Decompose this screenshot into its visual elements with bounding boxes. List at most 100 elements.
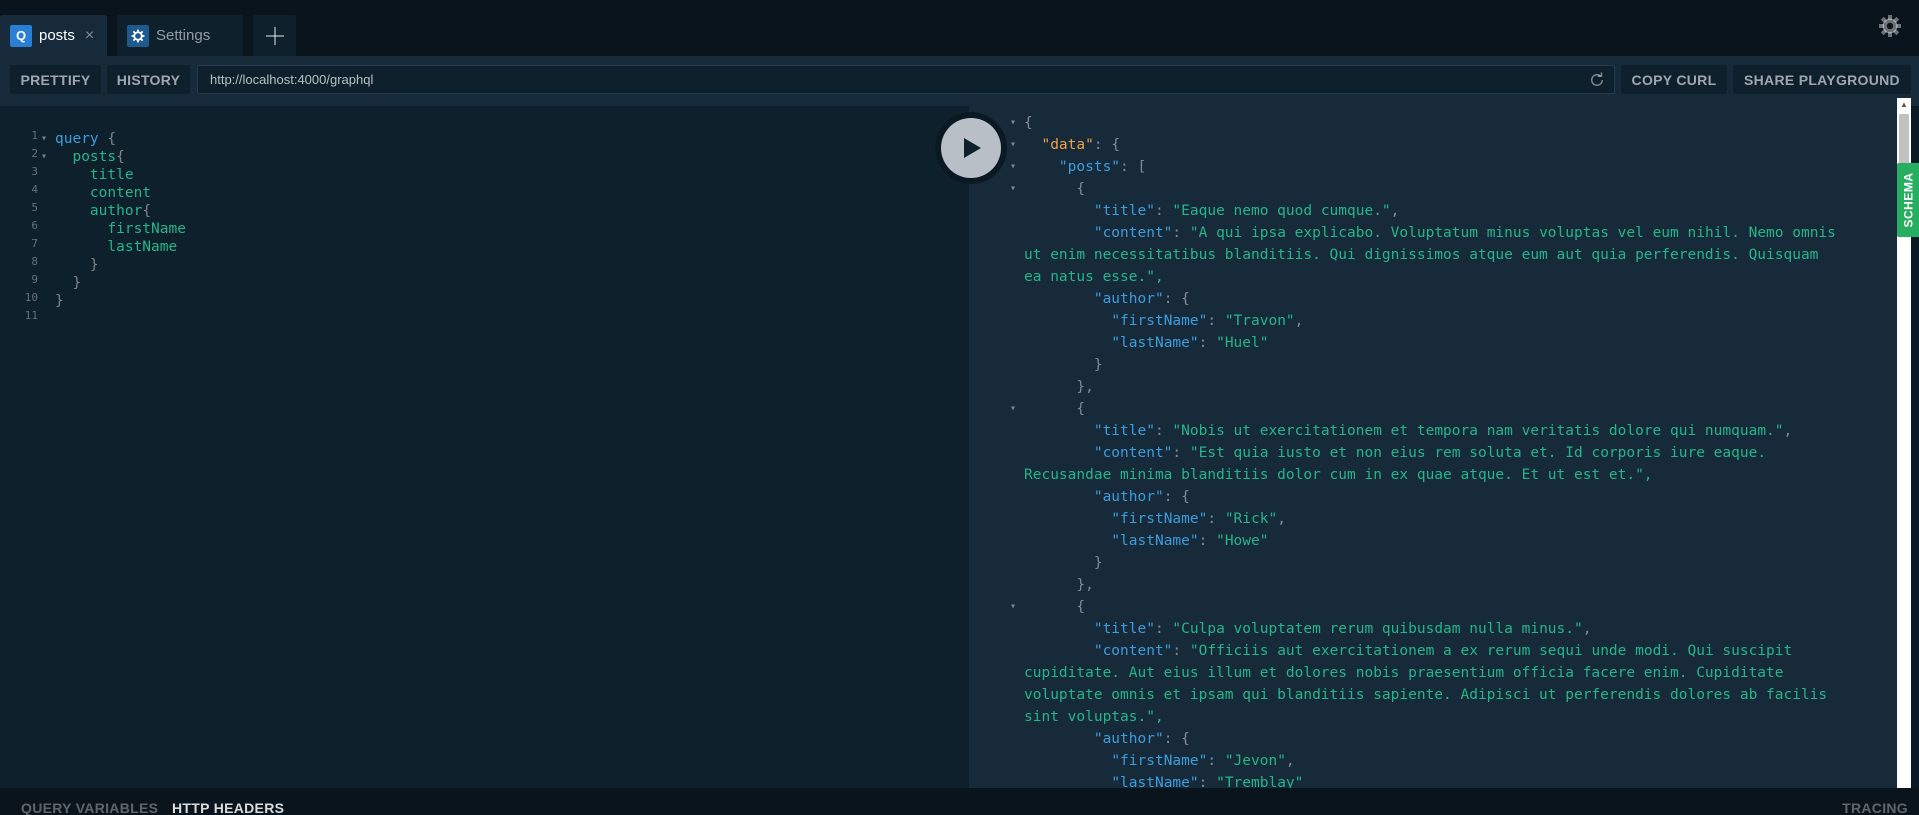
schema-tab[interactable]: SCHEMA bbox=[1897, 163, 1919, 237]
line-number: 4 bbox=[31, 183, 38, 196]
play-icon bbox=[964, 138, 981, 158]
history-button[interactable]: HISTORY bbox=[107, 65, 190, 94]
result-text: "firstName": "Travon", bbox=[1111, 313, 1304, 329]
result-text: "title": "Eaque nemo quod cumque.", bbox=[1093, 203, 1400, 219]
result-line: ▾{ bbox=[969, 112, 1897, 134]
fold-arrow-icon[interactable]: ▾ bbox=[1010, 178, 1016, 200]
gear-icon bbox=[127, 24, 149, 47]
fold-arrow-icon[interactable]: ▾ bbox=[1010, 596, 1016, 618]
result-text: Recusandae minima blanditiis dolor cum i… bbox=[1024, 467, 1653, 483]
line-number: 3 bbox=[31, 165, 38, 178]
result-text: { bbox=[1024, 599, 1086, 615]
result-line: "firstName": "Travon", bbox=[969, 310, 1897, 332]
result-line: ▾ { bbox=[969, 596, 1897, 618]
query-editor[interactable]: 1 ▾ query {2 ▾ posts{3 title 4 content 5 auth… bbox=[0, 106, 969, 788]
result-text: "content": "Officiis aut exercitationem … bbox=[1093, 643, 1793, 659]
query-badge-icon: Q bbox=[10, 24, 32, 47]
result-text: "author": { bbox=[1093, 291, 1190, 307]
result-text: { bbox=[1024, 401, 1086, 417]
schema-label: SCHEMA bbox=[1901, 172, 1916, 228]
result-text: "content": "Est quia iusto et non eius r… bbox=[1093, 445, 1767, 461]
result-line: ea natus esse.", bbox=[969, 266, 1897, 288]
result-text: "firstName": "Jevon", bbox=[1111, 753, 1295, 769]
result-panel: ▾{▾ "data": {▾ "posts": [▾ { "title": "E… bbox=[969, 98, 1897, 788]
line-number: 5 bbox=[31, 201, 38, 214]
endpoint-url-text: http://localhost:4000/graphql bbox=[210, 72, 374, 87]
result-line: ▾ { bbox=[969, 178, 1897, 200]
bottom-bar: QUERY VARIABLES HTTP HEADERS TRACING bbox=[0, 788, 1919, 815]
play-button-face bbox=[941, 118, 1001, 178]
result-line: ut enim necessitatibus blanditiis. Qui d… bbox=[969, 244, 1897, 266]
result-line: "author": { bbox=[969, 288, 1897, 310]
result-text: "content": "A qui ipsa explicabo. Volupt… bbox=[1093, 225, 1836, 241]
fold-arrow-icon[interactable]: ▾ bbox=[1010, 156, 1016, 178]
result-text: "lastName": "Howe" bbox=[1111, 533, 1269, 549]
result-text: "posts": [ bbox=[1058, 159, 1147, 175]
tracing-tab[interactable]: TRACING bbox=[1842, 800, 1908, 815]
scroll-up-arrow-icon[interactable]: ▲ bbox=[1897, 100, 1911, 109]
result-text: cupiditate. Aut eius illum et dolores no… bbox=[1024, 665, 1784, 681]
result-text: "data": { bbox=[1041, 137, 1121, 153]
result-line: } bbox=[969, 552, 1897, 574]
result-line: "author": { bbox=[969, 728, 1897, 750]
result-line: "lastName": "Tremblay" bbox=[969, 772, 1897, 788]
line-number: 1 bbox=[31, 129, 38, 142]
result-line: "title": "Nobis ut exercitationem et tem… bbox=[969, 420, 1897, 442]
result-line: "content": "Est quia iusto et non eius r… bbox=[969, 442, 1897, 464]
result-line: ▾ "data": { bbox=[969, 134, 1897, 156]
fold-arrow-icon[interactable]: ▾ bbox=[1010, 112, 1016, 134]
line-number: 11 bbox=[24, 309, 38, 322]
editor-line: 11 bbox=[0, 308, 969, 330]
line-number: 6 bbox=[31, 219, 38, 232]
http-headers-tab[interactable]: HTTP HEADERS bbox=[172, 800, 284, 815]
result-line: }, bbox=[969, 376, 1897, 398]
result-line: "lastName": "Howe" bbox=[969, 530, 1897, 552]
result-line: "firstName": "Jevon", bbox=[969, 750, 1897, 772]
add-tab-button[interactable] bbox=[253, 15, 296, 56]
plus-icon bbox=[265, 26, 284, 45]
result-text: "firstName": "Rick", bbox=[1111, 511, 1286, 527]
result-text: "title": "Culpa voluptatem rerum quibusd… bbox=[1093, 621, 1592, 637]
result-text: sint voluptas.", bbox=[1024, 709, 1164, 725]
query-variables-tab[interactable]: QUERY VARIABLES bbox=[21, 800, 158, 815]
copy-curl-button[interactable]: COPY CURL bbox=[1621, 65, 1727, 94]
result-text: "author": { bbox=[1093, 489, 1190, 505]
result-text: }, bbox=[1024, 379, 1094, 395]
result-line: "title": "Eaque nemo quod cumque.", bbox=[969, 200, 1897, 222]
result-text: } bbox=[1024, 555, 1103, 571]
result-line: "content": "Officiis aut exercitationem … bbox=[969, 640, 1897, 662]
reload-icon[interactable] bbox=[1588, 71, 1606, 89]
result-line: "firstName": "Rick", bbox=[969, 508, 1897, 530]
result-line: "content": "A qui ipsa explicabo. Volupt… bbox=[969, 222, 1897, 244]
line-number: 7 bbox=[31, 237, 38, 250]
line-number: 2 bbox=[31, 147, 38, 160]
result-text: } bbox=[1024, 357, 1103, 373]
result-text: "author": { bbox=[1093, 731, 1190, 747]
fold-arrow-icon[interactable]: ▾ bbox=[1010, 134, 1016, 156]
settings-gear-icon[interactable] bbox=[1878, 14, 1902, 43]
line-number: 9 bbox=[31, 273, 38, 286]
result-text: { bbox=[1024, 115, 1033, 131]
prettify-button[interactable]: PRETTIFY bbox=[10, 65, 101, 94]
close-icon[interactable]: × bbox=[85, 27, 94, 45]
result-text: "title": "Nobis ut exercitationem et tem… bbox=[1093, 423, 1793, 439]
result-text: voluptate omnis et ipsam qui blanditiis … bbox=[1024, 687, 1828, 703]
execute-query-button[interactable] bbox=[935, 112, 1007, 184]
result-line: voluptate omnis et ipsam qui blanditiis … bbox=[969, 684, 1897, 706]
tab-settings[interactable]: Settings bbox=[117, 15, 243, 56]
result-line: "lastName": "Huel" bbox=[969, 332, 1897, 354]
fold-arrow-icon[interactable]: ▾ bbox=[1010, 398, 1016, 420]
tab-label: posts bbox=[39, 27, 75, 44]
result-text: "lastName": "Huel" bbox=[1111, 335, 1269, 351]
tab-bar: Q posts × Settings bbox=[0, 0, 1919, 56]
share-playground-button[interactable]: SHARE PLAYGROUND bbox=[1733, 65, 1911, 94]
result-line: "author": { bbox=[969, 486, 1897, 508]
result-line: ▾ "posts": [ bbox=[969, 156, 1897, 178]
line-number: 8 bbox=[31, 255, 38, 268]
result-line: ▾ { bbox=[969, 398, 1897, 420]
result-text: }, bbox=[1024, 577, 1094, 593]
tab-posts[interactable]: Q posts × bbox=[0, 15, 107, 56]
tab-label: Settings bbox=[156, 27, 211, 44]
result-line: sint voluptas.", bbox=[969, 706, 1897, 728]
endpoint-url-input[interactable]: http://localhost:4000/graphql bbox=[197, 65, 1615, 94]
